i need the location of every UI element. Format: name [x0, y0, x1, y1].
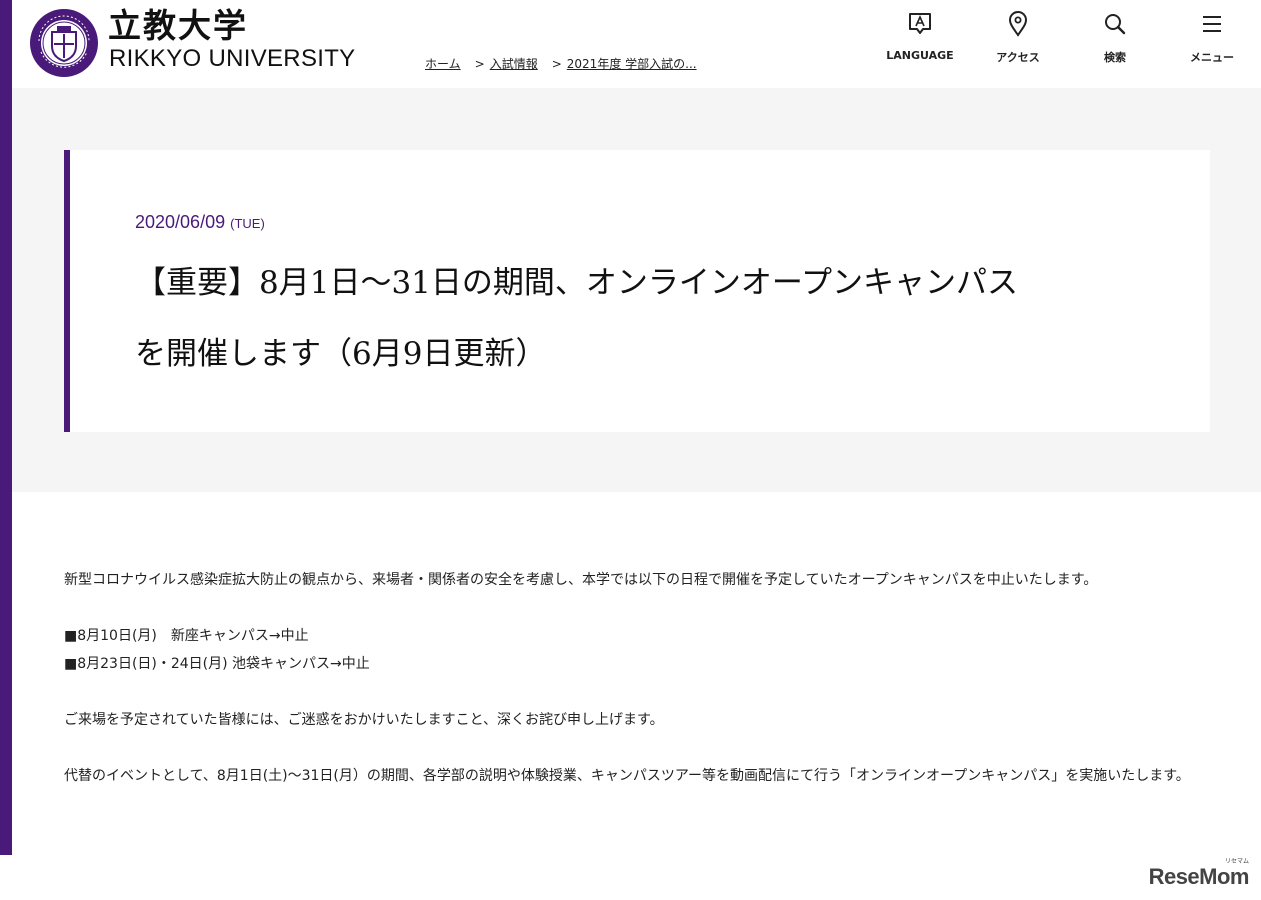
- left-accent-bar: [0, 0, 12, 855]
- site-header: 立教大学 RIKKYO UNIVERSITY ホーム > 入試情報 >2021年度 学…: [12, 0, 1261, 88]
- schedule-item: ■8月10日(月) 新座キャンパス→中止: [64, 628, 309, 644]
- resemom-watermark: ReseMom リセマム: [1148, 859, 1250, 890]
- university-name-en[interactable]: RIKKYO UNIVERSITY: [109, 44, 355, 74]
- breadcrumb-current-link[interactable]: 2021年度 学部入試の...: [567, 57, 697, 71]
- article-title-line-2: を開催します（6月9日更新）: [135, 336, 547, 372]
- apology-paragraph: ご来場を予定されていた皆様には、ご迷惑をおかけいたしますこと、深くお詫び申し上げ…: [64, 712, 664, 728]
- language-button[interactable]: LANGUAGE: [880, 10, 960, 76]
- search-icon: [1105, 14, 1126, 35]
- post-date-value: 2020/06/09: [135, 212, 226, 232]
- breadcrumb-admissions-link[interactable]: 入試情報: [490, 57, 538, 71]
- access-label: アクセス: [996, 51, 1040, 64]
- search-button[interactable]: 検索: [1075, 10, 1155, 76]
- language-icon: [909, 13, 931, 34]
- article-title-line-1: 【重要】8月1日～31日の期間、オンラインオープンキャンパス: [135, 265, 1019, 301]
- access-button[interactable]: アクセス: [978, 10, 1058, 76]
- intro-paragraph: 新型コロナウイルス感染症拡大防止の観点から、来場者・関係者の安全を考慮し、本学で…: [64, 572, 1098, 588]
- article-body: 新型コロナウイルス感染症拡大防止の観点から、来場者・関係者の安全を考慮し、本学で…: [64, 566, 1204, 818]
- breadcrumb: ホーム > 入試情報 >2021年度 学部入試の...: [425, 55, 697, 72]
- breadcrumb-separator: >: [551, 57, 562, 71]
- schedule-item: ■8月23日(日)・24日(月) 池袋キャンパス→中止: [64, 656, 370, 672]
- post-weekday: (TUE): [230, 216, 265, 231]
- university-seal-logo[interactable]: [29, 8, 99, 78]
- search-label: 検索: [1104, 51, 1126, 64]
- menu-label: メニュー: [1190, 51, 1234, 64]
- post-date: 2020/06/09 (TUE): [135, 212, 265, 233]
- watermark-text: ReseMom: [1148, 864, 1250, 889]
- language-label: LANGUAGE: [886, 49, 954, 62]
- breadcrumb-home-link[interactable]: ホーム: [425, 57, 461, 71]
- map-pin-icon: [1008, 11, 1028, 37]
- hamburger-menu-icon: [1203, 16, 1221, 32]
- article-title: 【重要】8月1日～31日の期間、オンラインオープンキャンパス を開催します（6月…: [135, 248, 1155, 390]
- article-title-card: 2020/06/09 (TUE) 【重要】8月1日～31日の期間、オンラインオー…: [64, 150, 1210, 432]
- article-hero: 2020/06/09 (TUE) 【重要】8月1日～31日の期間、オンラインオー…: [12, 88, 1261, 492]
- menu-button[interactable]: メニュー: [1172, 10, 1252, 76]
- university-name-jp[interactable]: 立教大学: [108, 6, 248, 46]
- watermark-small-text: リセマム: [1224, 859, 1249, 865]
- alternative-event-paragraph: 代替のイベントとして、8月1日(土)～31日(月）の期間、各学部の説明や体験授業…: [64, 768, 1190, 784]
- breadcrumb-separator: >: [474, 57, 485, 71]
